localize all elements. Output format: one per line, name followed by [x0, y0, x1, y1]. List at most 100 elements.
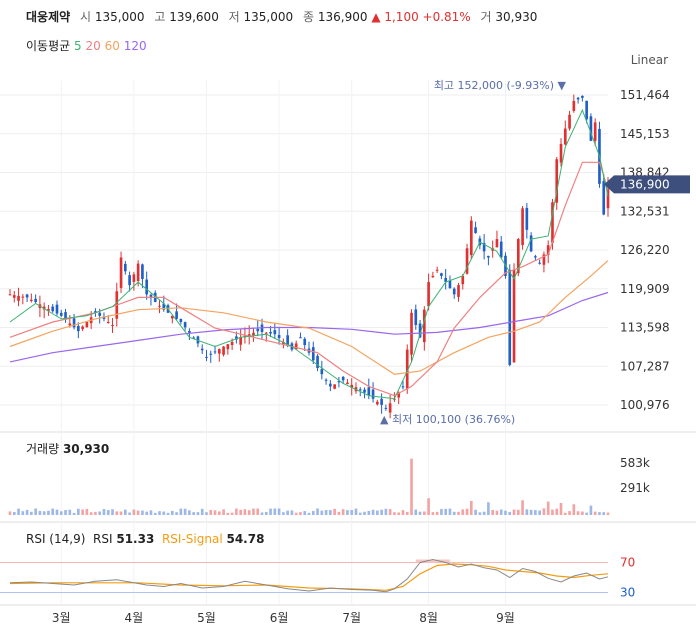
volume-bar — [469, 500, 473, 515]
high-annotation: 최고 152,000 (-9.93%) ▼ — [434, 79, 567, 92]
rsi-line-value: 51.33 — [116, 532, 155, 546]
volume-bar — [546, 501, 550, 515]
volume-bar — [529, 509, 533, 515]
volume-bar — [521, 500, 524, 515]
candle-body — [217, 349, 221, 354]
volume-bar — [397, 512, 401, 515]
volume-bar — [290, 510, 294, 515]
candle-body — [384, 407, 388, 409]
volume-bar — [452, 511, 456, 515]
candle-body — [17, 295, 20, 301]
y-tick-label: 151,464 — [620, 88, 670, 102]
volume-bar — [534, 510, 537, 515]
candle-body — [414, 309, 418, 326]
candle-body — [12, 295, 16, 298]
candle-body — [529, 235, 533, 252]
volume-bar — [145, 511, 149, 515]
volume-bar — [124, 509, 127, 515]
volume-bar — [525, 509, 529, 515]
volume-bar — [551, 509, 554, 515]
candle-body — [311, 347, 315, 361]
volume-bar — [440, 508, 443, 515]
volume-bar — [179, 508, 183, 515]
volume-bar — [350, 509, 354, 515]
candle-body — [188, 330, 191, 333]
volume-bar — [68, 509, 72, 515]
volume-bar — [166, 512, 170, 515]
volume-bar — [47, 510, 50, 515]
volume-bar — [273, 508, 277, 515]
price-chart[interactable]: 151,464145,153138,842132,531126,220119,9… — [0, 0, 696, 644]
volume-bar — [448, 508, 452, 515]
volume-bar — [89, 512, 93, 515]
volume-bar — [200, 508, 204, 515]
candle-body — [55, 304, 59, 314]
x-tick-label: 9월 — [496, 611, 515, 625]
y-tick-label: 126,220 — [620, 243, 670, 257]
candle-body — [320, 369, 324, 375]
candle-body — [568, 114, 571, 129]
volume-bar — [495, 510, 499, 515]
candle-body — [495, 239, 499, 248]
y-tick-label: 119,909 — [620, 282, 670, 296]
volume-bar — [568, 511, 571, 515]
volume-bar — [354, 508, 358, 515]
volume-bar — [239, 509, 242, 515]
volume-bar — [81, 509, 84, 515]
x-tick-label: 7월 — [342, 611, 361, 625]
volume-bar — [196, 512, 200, 515]
candle-body — [277, 334, 281, 339]
candle-body — [226, 344, 230, 350]
volume-bar — [303, 511, 307, 515]
candle-body — [499, 241, 503, 258]
volume-bar — [499, 509, 503, 515]
candle-body — [132, 274, 136, 282]
candle-body — [440, 273, 443, 276]
candle-body — [487, 255, 490, 258]
volume-bar — [286, 510, 289, 515]
volume-bar — [235, 508, 238, 515]
volume-panel-label: 거래량 30,930 — [26, 440, 109, 457]
volume-bar — [559, 502, 563, 515]
candle-body — [81, 326, 84, 330]
volume-bar — [111, 509, 114, 515]
candle-body — [452, 288, 456, 295]
candle-body — [230, 341, 234, 346]
candle-body — [98, 312, 102, 316]
volume-bar — [363, 511, 366, 515]
volume-bar — [598, 512, 601, 515]
volume-bar — [512, 509, 516, 515]
volume-bar — [435, 511, 439, 515]
volume-bar — [158, 511, 161, 515]
volume-bar — [516, 509, 520, 515]
y-tick-label: 113,598 — [620, 321, 670, 335]
candle-body — [423, 309, 426, 343]
low-annotation: ▲ 최저 100,100 (36.76%) — [380, 413, 515, 426]
volume-bar — [153, 512, 157, 515]
candle-body — [239, 337, 242, 345]
candle-body — [85, 321, 89, 328]
candle-body — [324, 379, 328, 381]
candle-body — [145, 279, 149, 295]
candle-body — [124, 263, 127, 272]
volume-bar — [51, 508, 55, 515]
volume-bar — [581, 511, 584, 515]
volume-bar — [55, 509, 59, 515]
volume-bar — [115, 511, 119, 515]
candle-body — [30, 299, 33, 301]
volume-bar — [34, 508, 37, 515]
volume-bar — [333, 508, 336, 515]
volume-bar — [555, 508, 559, 515]
candle-body — [585, 100, 588, 120]
volume-bar — [30, 511, 33, 515]
candle-body — [363, 389, 366, 393]
volume-bar — [141, 510, 144, 515]
volume-bar — [405, 511, 409, 515]
x-tick-label: 3월 — [52, 611, 71, 625]
candle-body — [200, 348, 204, 351]
volume-bar — [337, 511, 341, 515]
candle-body — [106, 321, 110, 323]
candle-body — [559, 143, 563, 163]
candle-body — [51, 306, 55, 312]
candle-body — [346, 382, 349, 385]
